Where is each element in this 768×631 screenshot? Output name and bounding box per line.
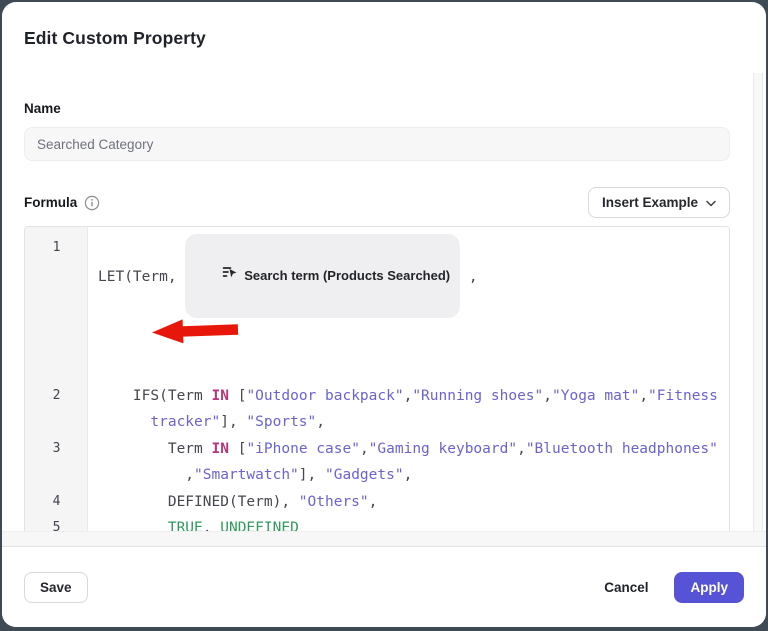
cancel-button[interactable]: Cancel [604,580,648,595]
code-segment: "Sports" [246,414,316,430]
chevron-down-icon [706,195,716,210]
code-segment: "Others" [299,494,369,510]
code-segment: IN [212,388,229,404]
code-segment: "Smartwatch" [194,467,299,483]
code-segment: ], [220,414,246,430]
code-line-row: 4 DEFINED(Term), "Others", [25,489,729,516]
formula-label: Formula [24,195,77,210]
name-input[interactable] [24,127,730,161]
code-segment: , [639,388,648,404]
dialog-footer: Save Cancel Apply [2,546,766,627]
code-segment: "Running shoes" [412,388,543,404]
insert-example-label: Insert Example [602,195,698,210]
code-segment: DEFINED(Term), [98,494,299,510]
code-segment: Term [98,441,212,457]
info-circle-icon[interactable] [84,195,100,211]
code-line-row: 2 IFS(Term IN ["Outdoor backpack","Runni… [25,383,729,436]
code-segment: LET(Term, [98,269,185,285]
property-chip-label: Search term (Products Searched) [244,263,450,290]
name-label: Name [24,101,730,116]
property-cursor-icon [193,236,238,316]
code-line-text[interactable]: LET(Term, Search term (Products Searched… [88,235,729,383]
line-number: 1 [25,235,88,383]
horizontal-scrollbar[interactable] [2,531,766,546]
page-title: Edit Custom Property [24,28,730,49]
code-segment: , [360,441,369,457]
vertical-scrollbar[interactable] [753,73,763,531]
code-segment: IN [212,441,229,457]
code-segment: "Gaming keyboard" [369,441,517,457]
apply-button[interactable]: Apply [674,572,744,603]
annotation-arrow-icon [98,333,240,376]
code-segment: , [98,467,194,483]
formula-label-wrap: Formula [24,195,100,211]
code-line-text[interactable]: Term IN ["iPhone case","Gaming keyboard"… [88,436,729,489]
line-number: 4 [25,489,88,516]
save-button[interactable]: Save [24,572,88,603]
code-segment: "iPhone case" [246,441,360,457]
line-number: 2 [25,383,88,436]
code-segment: , [543,388,552,404]
property-chip[interactable]: Search term (Products Searched) [185,234,460,318]
code-segment: [ [229,388,246,404]
line-number: 3 [25,436,88,489]
code-segment: , [404,388,413,404]
code-line-text[interactable]: IFS(Term IN ["Outdoor backpack","Running… [88,383,729,436]
code-segment: "Outdoor backpack" [246,388,403,404]
formula-header-row: Formula Insert Example [24,187,730,218]
code-segment: , [460,269,477,285]
code-segment: "Gadgets" [325,467,404,483]
insert-example-button[interactable]: Insert Example [588,187,730,218]
code-line-row: 1LET(Term, Search term (Products Searche… [25,235,729,383]
code-segment: "Yoga mat" [552,388,639,404]
code-segment: , [316,414,325,430]
code-segment: , [517,441,526,457]
code-segment: ], [299,467,325,483]
footer-right-actions: Cancel Apply [604,572,744,603]
code-segment: IFS(Term [98,388,212,404]
code-segment: , [404,467,413,483]
edit-custom-property-dialog: Edit Custom Property Name Formula Insert… [2,2,766,627]
code-segment: , [369,494,378,510]
code-segment: "Bluetooth headphones" [526,441,718,457]
code-line-row: 3 Term IN ["iPhone case","Gaming keyboar… [25,436,729,489]
code-segment: [ [229,441,246,457]
code-line-text[interactable]: DEFINED(Term), "Others", [88,489,729,516]
